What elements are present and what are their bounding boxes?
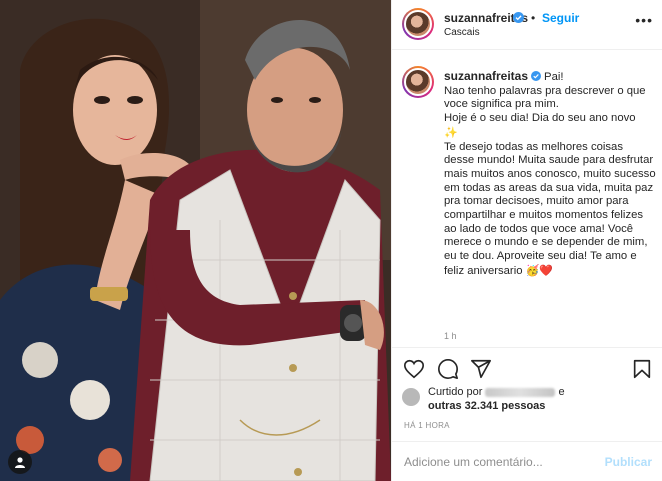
caption-line-2: Nao tenho palavras pra descrever o que v…	[444, 84, 646, 111]
follow-button[interactable]: Seguir	[542, 11, 579, 25]
likes-connector: e	[558, 386, 565, 398]
likes-count-link[interactable]: outras 32.341 pessoas	[428, 400, 545, 412]
likes-prefix: Curtido por	[428, 386, 483, 398]
caption-username[interactable]: suzannafreitas	[444, 69, 528, 83]
comment-input[interactable]	[404, 455, 594, 469]
verified-icon	[513, 12, 524, 23]
likes-summary: Curtido por e outras 32.341 pessoas	[392, 382, 662, 422]
verified-icon	[531, 71, 542, 81]
post-photo[interactable]	[0, 0, 391, 481]
action-bar	[392, 347, 662, 387]
likes-text: Curtido por e outras 32.341 pessoas	[428, 385, 656, 413]
author-avatar[interactable]	[402, 8, 434, 40]
bookmark-icon[interactable]	[631, 358, 653, 380]
caption-line-1: Pai!	[544, 71, 564, 83]
user-tag-icon[interactable]	[8, 450, 32, 474]
more-icon[interactable]: •••	[635, 12, 653, 28]
comment-bar: Publicar	[392, 441, 662, 481]
post-header: suzannafreitas • Seguir Cascais •••	[392, 0, 662, 50]
post-location[interactable]: Cascais	[444, 27, 480, 38]
posted-time: HÁ 1 HORA	[404, 421, 450, 430]
sparkle-emoji: ✨	[444, 125, 458, 139]
caption-avatar[interactable]	[402, 66, 434, 98]
comment-icon[interactable]	[437, 358, 459, 380]
caption-area: suzannafreitas Pai! Nao tenho palavras pr…	[392, 51, 662, 346]
liker-username-blurred[interactable]	[485, 387, 556, 397]
separator-dot: •	[531, 11, 536, 25]
caption-line-3: Hoje é o seu dia! Dia do seu ano novo	[444, 112, 636, 125]
post-details-pane: suzannafreitas • Seguir Cascais ••• suza…	[391, 0, 662, 481]
heart-icon[interactable]	[403, 358, 425, 380]
photo-illustration	[0, 0, 391, 481]
caption-text: suzannafreitas Pai! Nao tenho palavras pr…	[444, 69, 656, 279]
liker-avatar[interactable]	[402, 388, 420, 406]
caption-line-4: Te desejo todas as melhores coisas desse…	[444, 140, 656, 277]
caption-time: 1 h	[444, 331, 457, 341]
publish-button[interactable]: Publicar	[605, 455, 652, 469]
party-heart-emoji: 🥳❤️	[525, 263, 554, 277]
share-icon[interactable]	[470, 358, 492, 380]
